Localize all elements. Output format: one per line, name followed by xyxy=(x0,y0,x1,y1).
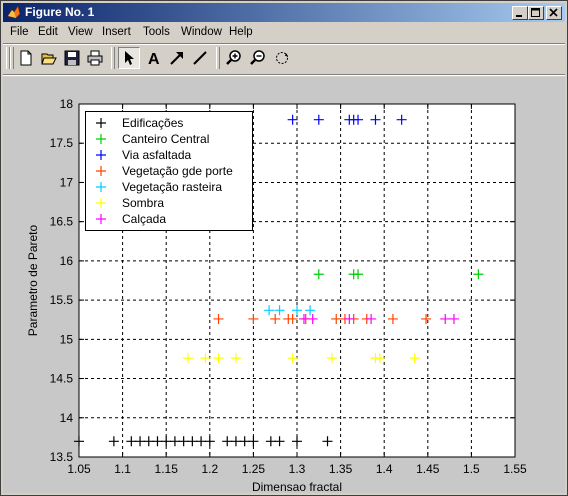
y-tick-label: 17 xyxy=(60,175,74,189)
toolbar-separator-2 xyxy=(216,47,220,69)
select-arrow-icon xyxy=(125,51,134,65)
toolbar-separator-line xyxy=(3,74,565,76)
toolbar: A xyxy=(3,45,565,73)
maximize-button[interactable] xyxy=(528,6,544,20)
legend[interactable]: Edificações Canteiro Central Via asfaltada… xyxy=(85,111,253,231)
legend-label: Vegetação rasteira xyxy=(122,180,223,194)
legend-label: Vegetação gde porte xyxy=(122,164,233,178)
matlab-icon xyxy=(7,5,21,19)
toolbar-grip-2 xyxy=(10,47,14,69)
x-axis-label: Dimensao fractal xyxy=(252,480,342,493)
zoom-out-button[interactable] xyxy=(247,47,269,69)
svg-text:A: A xyxy=(148,51,160,66)
legend-plus-marker xyxy=(96,166,106,176)
minimize-icon xyxy=(516,15,522,17)
insert-text-icon: A xyxy=(148,51,160,66)
save-icon xyxy=(64,50,80,66)
legend-entry[interactable]: Canteiro Central xyxy=(86,131,252,147)
print-icon xyxy=(87,50,103,66)
insert-arrow-button[interactable] xyxy=(166,47,188,69)
menu-tools[interactable]: Tools xyxy=(143,25,170,40)
menu-help[interactable]: Help xyxy=(229,25,253,40)
insert-text-button[interactable]: A xyxy=(143,47,165,69)
x-tick-label: 1.5 xyxy=(463,462,480,476)
x-tick-label: 1.05 xyxy=(67,462,91,476)
x-tick-label: 1.1 xyxy=(114,462,131,476)
x-tick-label: 1.25 xyxy=(242,462,266,476)
menu-view[interactable]: View xyxy=(68,25,93,40)
y-axis-label: Parametro de Pareto xyxy=(26,224,40,336)
figure-canvas[interactable]: 1.05 1.1 1.15 1.2 1.25 1.3 1.35 1.4 1.45 1.5 1.55 1… xyxy=(3,77,565,493)
legend-marker xyxy=(96,166,106,176)
x-tick-label: 1.55 xyxy=(503,462,527,476)
y-tick-label: 13.5 xyxy=(50,450,74,464)
x-tick-label: 1.15 xyxy=(155,462,179,476)
menu-edit[interactable]: Edit xyxy=(38,25,58,40)
select-arrow-button[interactable] xyxy=(118,47,140,69)
legend-marker xyxy=(96,182,106,192)
x-tick-label: 1.2 xyxy=(201,462,218,476)
legend-plus-marker xyxy=(96,214,106,224)
x-tick-label: 1.35 xyxy=(329,462,353,476)
title-bar[interactable]: Figure No. 1 xyxy=(3,3,565,22)
close-icon xyxy=(549,8,558,17)
rotate-3d-button[interactable] xyxy=(271,47,293,69)
y-tick-label: 16 xyxy=(60,254,74,268)
open-file-button[interactable] xyxy=(38,47,60,69)
window-title: Figure No. 1 xyxy=(25,5,95,19)
legend-marker xyxy=(96,198,106,208)
menu-bar: File Edit View Insert Tools Window Help xyxy=(3,23,565,42)
legend-entry[interactable]: Sombra xyxy=(86,195,252,211)
x-tick-label: 1.4 xyxy=(376,462,393,476)
legend-plus-marker xyxy=(96,134,106,144)
insert-arrow-icon xyxy=(170,52,183,65)
zoom-out-icon xyxy=(250,50,265,65)
legend-label: Via asfaltada xyxy=(122,148,192,162)
y-tick-label: 14 xyxy=(60,411,74,425)
legend-entry[interactable]: Via asfaltada xyxy=(86,147,252,163)
y-tick-label: 17.5 xyxy=(50,136,74,150)
save-button[interactable] xyxy=(61,47,83,69)
legend-marker xyxy=(96,214,106,224)
menu-insert[interactable]: Insert xyxy=(102,25,131,40)
rotate-3d-icon xyxy=(276,52,288,64)
legend-marker xyxy=(96,118,106,128)
legend-marker xyxy=(96,150,106,160)
menu-file[interactable]: File xyxy=(10,25,29,40)
insert-line-icon xyxy=(193,51,207,65)
new-figure-icon xyxy=(20,50,32,66)
legend-entry[interactable]: Edificações xyxy=(86,115,252,131)
y-tick-label: 15 xyxy=(60,332,74,346)
y-tick-label: 14.5 xyxy=(50,372,74,386)
maximize-icon xyxy=(531,8,540,17)
legend-label: Canteiro Central xyxy=(122,132,210,146)
insert-line-button[interactable] xyxy=(189,47,211,69)
legend-label: Sombra xyxy=(122,196,165,210)
y-tick-label: 15.5 xyxy=(50,293,74,307)
legend-entry[interactable]: Calçada xyxy=(86,211,252,227)
menu-window[interactable]: Window xyxy=(181,25,222,40)
legend-entry[interactable]: Vegetação gde porte xyxy=(86,163,252,179)
legend-plus-marker xyxy=(96,150,106,160)
new-figure-button[interactable] xyxy=(15,47,37,69)
y-tick-label: 16.5 xyxy=(50,215,74,229)
legend-plus-marker xyxy=(96,118,106,128)
y-tick-label: 18 xyxy=(60,97,74,111)
zoom-in-icon xyxy=(226,50,241,65)
print-button[interactable] xyxy=(84,47,106,69)
x-tick-label: 1.3 xyxy=(289,462,306,476)
figure-window: Figure No. 1 File Edit View Insert Tools… xyxy=(0,0,568,496)
open-file-icon xyxy=(41,53,57,65)
legend-label: Calçada xyxy=(122,212,167,226)
toolbar-separator xyxy=(111,47,115,69)
legend-entry[interactable]: Vegetação rasteira xyxy=(86,179,252,195)
minimize-button[interactable] xyxy=(512,6,528,20)
x-tick-label: 1.45 xyxy=(416,462,440,476)
legend-plus-marker xyxy=(96,182,106,192)
close-button[interactable] xyxy=(546,6,562,20)
legend-plus-marker xyxy=(96,198,106,208)
zoom-in-button[interactable] xyxy=(223,47,245,69)
legend-label: Edificações xyxy=(122,116,184,130)
legend-marker xyxy=(96,134,106,144)
